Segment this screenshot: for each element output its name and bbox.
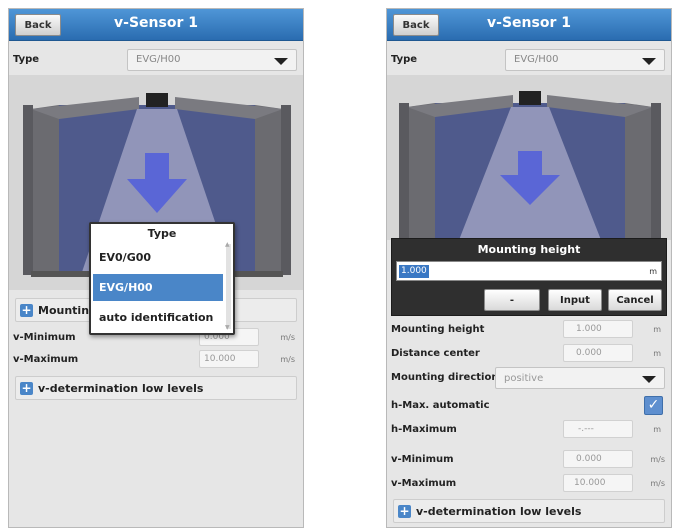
right-screen: Back v-Sensor 1 Type EVG/H00 Mounting he… — [386, 8, 672, 528]
sensor-icon — [146, 93, 168, 107]
h-maximum-row: h-Maximum -.--- m — [387, 419, 671, 441]
type-select-value: EVG/H00 — [136, 54, 181, 65]
plus-icon: + — [398, 504, 411, 518]
back-button[interactable]: Back — [15, 14, 61, 36]
type-label: Type — [391, 54, 418, 65]
sensor-icon — [519, 91, 541, 105]
v-minimum-unit: m/s — [280, 333, 295, 342]
mounting-height-row: Mounting height 1.000 m — [387, 319, 671, 341]
title-bar: Back v-Sensor 1 — [9, 9, 303, 41]
checkmark-icon: ✓ — [647, 397, 660, 413]
v-minimum-unit: m/s — [650, 455, 665, 464]
mounting-height-label: Mounting height — [391, 324, 485, 335]
v-maximum-label: v-Maximum — [13, 354, 79, 365]
hmax-automatic-row: h-Max. automatic ✓ — [387, 395, 671, 417]
page-title: v-Sensor 1 — [114, 15, 198, 31]
page-title: v-Sensor 1 — [487, 15, 571, 31]
cancel-button[interactable]: Cancel — [608, 289, 662, 311]
type-row: Type EVG/H00 — [9, 49, 303, 75]
type-option-evg[interactable]: EVG/H00 — [93, 274, 223, 301]
mounting-direction-select[interactable]: positive — [495, 367, 665, 389]
v-minimum-label: v-Minimum — [13, 332, 76, 343]
type-option-ev0[interactable]: EV0/G00 — [93, 244, 223, 271]
v-maximum-field[interactable]: 10.000 — [199, 350, 259, 368]
low-levels-label: v-determination low levels — [38, 382, 204, 395]
title-bar: Back v-Sensor 1 — [387, 9, 671, 41]
v-minimum-field[interactable]: 0.000 — [563, 450, 633, 468]
mounting-direction-label: Mounting direction — [391, 372, 499, 383]
channel-illustration — [387, 75, 671, 240]
v-maximum-label: v-Maximum — [391, 478, 457, 489]
v-minimum-label: v-Minimum — [391, 454, 454, 465]
left-screen: Back v-Sensor 1 Type EVG/H00 + Mounting … — [8, 8, 304, 528]
h-maximum-unit: m — [653, 425, 661, 434]
type-select[interactable]: EVG/H00 — [505, 49, 665, 71]
h-maximum-field[interactable]: -.--- — [563, 420, 633, 438]
plus-icon: + — [20, 381, 33, 395]
v-maximum-value: 10.000 — [204, 354, 236, 364]
popup-scrollbar[interactable] — [225, 241, 231, 331]
minus-button[interactable]: - — [484, 289, 540, 311]
distance-center-field[interactable]: 0.000 — [563, 344, 633, 362]
v-maximum-field[interactable]: 10.000 — [563, 474, 633, 492]
type-label: Type — [13, 54, 40, 65]
v-maximum-unit: m/s — [280, 355, 295, 364]
mounting-direction-value: positive — [504, 373, 544, 384]
v-maximum-row: v-Maximum 10.000 m/s — [387, 473, 671, 495]
input-button[interactable]: Input — [548, 289, 602, 311]
mounting-height-input-value: 1.000 — [399, 265, 429, 278]
v-maximum-row: v-Maximum 10.000 m/s — [9, 349, 303, 371]
distance-center-unit: m — [653, 349, 661, 358]
distance-center-row: Distance center 0.000 m — [387, 343, 671, 365]
low-levels-label: v-determination low levels — [416, 505, 582, 518]
mounting-direction-row: Mounting direction positive — [387, 367, 671, 389]
mounting-height-dialog: Mounting height 1.000 m - Input Cancel — [391, 238, 667, 316]
v-maximum-value: 10.000 — [574, 478, 606, 488]
popup-title: Type — [147, 227, 177, 240]
distance-center-label: Distance center — [391, 348, 480, 359]
chevron-down-icon — [642, 58, 656, 65]
type-popup: Type EV0/G00 EVG/H00 auto identification — [89, 222, 235, 335]
distance-center-value: 0.000 — [576, 348, 602, 358]
chevron-down-icon — [274, 58, 288, 65]
mounting-height-field[interactable]: 1.000 — [563, 320, 633, 338]
low-levels-section-button[interactable]: + v-determination low levels — [393, 499, 665, 523]
v-minimum-value: 0.000 — [576, 454, 602, 464]
low-levels-section-button[interactable]: + v-determination low levels — [15, 376, 297, 400]
chevron-down-icon — [642, 376, 656, 383]
mounting-height-input-unit: m — [649, 267, 657, 276]
hmax-automatic-label: h-Max. automatic — [391, 400, 490, 411]
v-maximum-unit: m/s — [650, 479, 665, 488]
mounting-height-input[interactable]: 1.000 m — [396, 261, 662, 281]
dialog-title: Mounting height — [477, 243, 581, 256]
h-maximum-label: h-Maximum — [391, 424, 457, 435]
plus-icon: + — [20, 303, 33, 317]
mounting-height-unit: m — [653, 325, 661, 334]
type-select-value: EVG/H00 — [514, 54, 559, 65]
h-maximum-value: -.--- — [578, 424, 594, 434]
type-select[interactable]: EVG/H00 — [127, 49, 297, 71]
type-row: Type EVG/H00 — [387, 49, 671, 75]
back-button[interactable]: Back — [393, 14, 439, 36]
hmax-automatic-checkbox[interactable]: ✓ — [644, 396, 663, 415]
v-minimum-row: v-Minimum 0.000 m/s — [387, 449, 671, 471]
mounting-height-value: 1.000 — [576, 324, 602, 334]
type-option-auto[interactable]: auto identification — [93, 304, 223, 331]
